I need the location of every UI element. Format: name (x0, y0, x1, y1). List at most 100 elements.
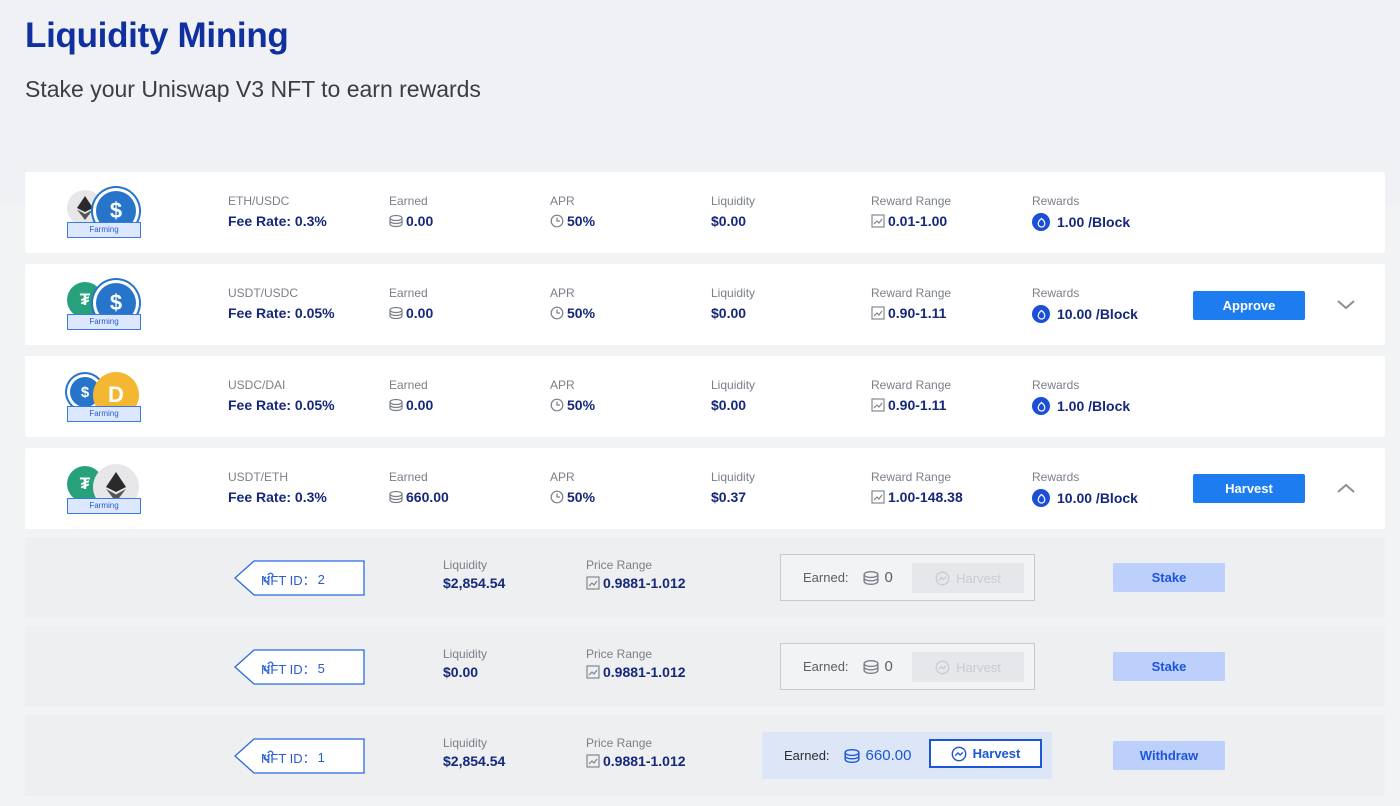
reward-range-label: Reward Range (871, 378, 952, 392)
earned-label: Earned (389, 378, 428, 392)
earned-column: Earned 0.00 (389, 194, 433, 229)
liquidity-label: Liquidity (711, 378, 756, 392)
earned-label: Earned: (803, 570, 849, 585)
reward-token-icon (1032, 489, 1050, 507)
earned-value: 0 (884, 658, 893, 675)
nft-position-row: NFT ID： 1 Liquidity $2,854.54 Price Rang… (25, 715, 1385, 796)
apr-label: APR (550, 194, 575, 208)
link-icon[interactable] (261, 659, 276, 674)
rewards-label: Rewards (1032, 194, 1080, 208)
rewards-value: 1.00 /Block (1057, 214, 1131, 230)
coins-icon (389, 398, 403, 412)
earned-value: 0 (884, 569, 893, 586)
trend-chart-icon (586, 665, 600, 679)
earned-panel: Earned: 0 Harvest (780, 554, 1035, 601)
reward-range-label: Reward Range (871, 286, 952, 300)
harvest-button[interactable]: Harvest (1193, 474, 1305, 503)
fee-rate: Fee Rate: 0.3% (228, 213, 327, 229)
pool-card-usdt-eth[interactable]: ₮ Farming USDT/ETH Fee Rate: 0.3% Earned… (25, 448, 1385, 529)
chevron-up-icon[interactable] (1335, 479, 1357, 497)
coins-icon (389, 490, 403, 504)
apr-value: 50% (567, 397, 596, 413)
trend-chart-icon (871, 398, 885, 412)
apr-column: APR 50% (550, 470, 595, 505)
harvest-icon (951, 746, 967, 761)
trend-chart-icon (586, 576, 600, 590)
approve-button[interactable]: Approve (1193, 291, 1305, 320)
clock-icon (550, 490, 564, 504)
apr-label: APR (550, 286, 575, 300)
earned-value: 0.00 (406, 213, 434, 229)
price-range-label: Price Range (586, 647, 653, 661)
farming-tag: Farming (67, 314, 141, 330)
link-icon[interactable] (261, 570, 276, 585)
liquidity-label: Liquidity (443, 736, 488, 750)
price-range-column: Price Range 0.9881-1.012 (586, 736, 686, 769)
pair-name: USDC/DAI (228, 378, 286, 392)
nft-liquidity-value: $0.00 (443, 664, 479, 680)
apr-value: 50% (567, 213, 596, 229)
pool-card-usdc-dai[interactable]: $ D Farming USDC/DAI Fee Rate: 0.05% Ear… (25, 356, 1385, 437)
trend-chart-icon (871, 214, 885, 228)
harvest-button-disabled[interactable]: Harvest (912, 563, 1024, 593)
earned-value: 0.00 (406, 305, 434, 321)
earned-panel: Earned: 660.00 Harvest (762, 732, 1052, 779)
rewards-label: Rewards (1032, 378, 1080, 392)
nft-id-tag[interactable]: NFT ID： 1 (233, 738, 365, 774)
earned-value: 0.00 (406, 397, 434, 413)
pair-column: USDC/DAI Fee Rate: 0.05% (228, 378, 335, 413)
liquidity-label: Liquidity (711, 286, 756, 300)
price-range-value: 0.9881-1.012 (603, 575, 686, 591)
reward-token-icon (1032, 213, 1050, 231)
trend-chart-icon (871, 306, 885, 320)
reward-range-value: 0.90-1.11 (888, 305, 947, 321)
reward-range-column: Reward Range 0.90-1.11 (871, 286, 951, 321)
liquidity-label: Liquidity (443, 558, 488, 572)
link-icon[interactable] (261, 748, 276, 763)
earned-column: Earned 0.00 (389, 378, 433, 413)
price-range-value: 0.9881-1.012 (603, 753, 686, 769)
chevron-down-icon[interactable] (1335, 295, 1357, 313)
nft-liquidity-column: Liquidity $2,854.54 (443, 736, 505, 769)
trend-chart-icon (871, 490, 885, 504)
liquidity-column: Liquidity $0.00 (711, 286, 755, 321)
apr-value: 50% (567, 489, 596, 505)
harvest-label: Harvest (956, 570, 1001, 586)
harvest-button[interactable]: Harvest (929, 739, 1042, 768)
rewards-column: Rewards 10.00 /Block (1032, 470, 1138, 507)
liquidity-value: $0.00 (711, 305, 747, 321)
farming-tag: Farming (67, 222, 141, 238)
liquidity-column: Liquidity $0.00 (711, 378, 755, 413)
harvest-button-disabled[interactable]: Harvest (912, 652, 1024, 682)
rewards-column: Rewards 1.00 /Block (1032, 378, 1130, 415)
pool-card-eth-usdc[interactable]: $ Farming ETH/USDC Fee Rate: 0.3% Earned… (25, 172, 1385, 253)
coins-icon (389, 214, 403, 228)
liquidity-label: Liquidity (711, 194, 756, 208)
coins-icon (863, 659, 879, 674)
withdraw-button[interactable]: Withdraw (1113, 741, 1225, 770)
nft-position-row: NFT ID： 2 Liquidity $2,854.54 Price Rang… (25, 537, 1385, 618)
apr-column: APR 50% (550, 194, 595, 229)
liquidity-column: Liquidity $0.37 (711, 470, 755, 505)
nft-liquidity-column: Liquidity $0.00 (443, 647, 487, 680)
earned-value: 660.00 (865, 747, 912, 764)
fee-rate: Fee Rate: 0.3% (228, 489, 327, 505)
coins-icon (863, 570, 879, 585)
rewards-label: Rewards (1032, 286, 1080, 300)
reward-range-column: Reward Range 1.00-148.38 (871, 470, 963, 505)
stake-button[interactable]: Stake (1113, 563, 1225, 592)
nft-position-row: NFT ID： 5 Liquidity $0.00 Price Range 0.… (25, 626, 1385, 707)
nft-id-tag[interactable]: NFT ID： 2 (233, 560, 365, 596)
harvest-icon (935, 571, 950, 585)
nft-id-tag[interactable]: NFT ID： 5 (233, 649, 365, 685)
pool-card-usdt-usdc[interactable]: ₮ $ Farming USDT/USDC Fee Rate: 0.05% Ea… (25, 264, 1385, 345)
token-pair: ₮ Farming (67, 464, 141, 514)
pair-column: USDT/ETH Fee Rate: 0.3% (228, 470, 327, 505)
clock-icon (550, 306, 564, 320)
liquidity-value: $0.37 (711, 489, 747, 505)
price-range-value: 0.9881-1.012 (603, 664, 686, 680)
stake-button[interactable]: Stake (1113, 652, 1225, 681)
token-pair: ₮ $ Farming (67, 280, 141, 330)
farming-tag: Farming (67, 498, 141, 514)
farming-tag: Farming (67, 406, 141, 422)
